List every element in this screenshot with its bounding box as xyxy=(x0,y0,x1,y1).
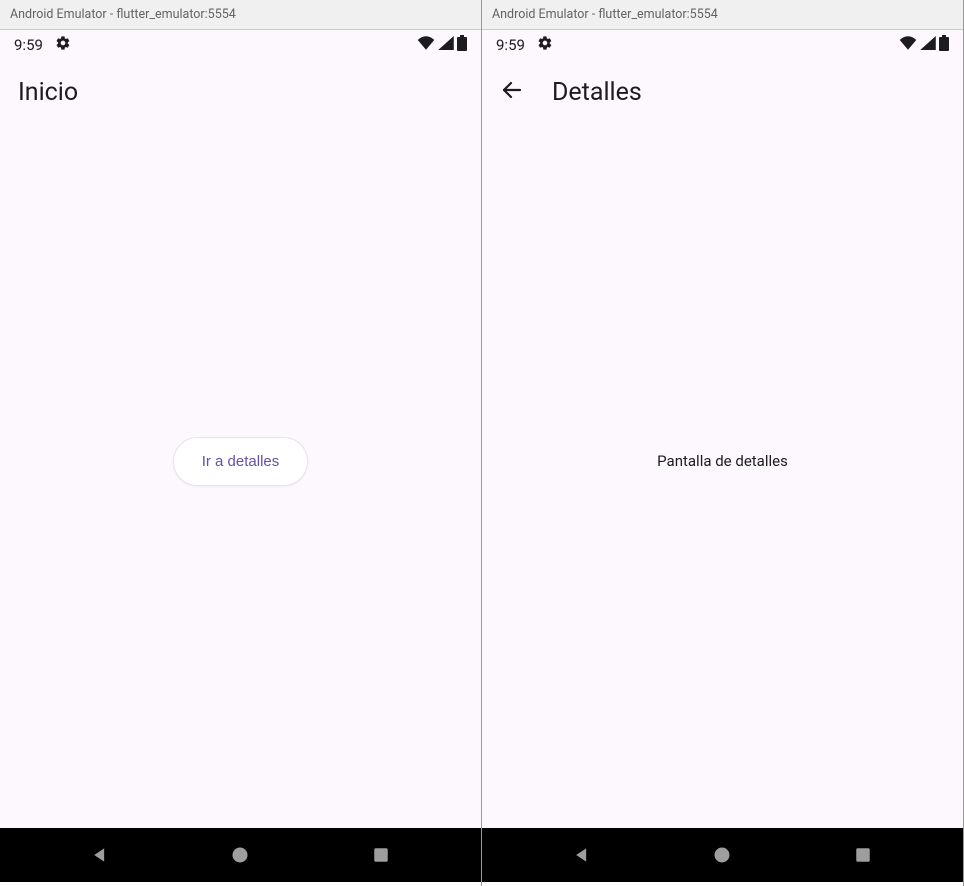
system-nav-bar xyxy=(482,828,963,882)
status-time: 9:59 xyxy=(14,36,43,54)
emulator-right: Android Emulator - flutter_emulator:5554… xyxy=(482,0,964,886)
nav-recent-button[interactable] xyxy=(361,835,401,875)
nav-home-button[interactable] xyxy=(220,835,260,875)
footer-gap xyxy=(0,882,481,886)
nav-home-button[interactable] xyxy=(702,835,742,875)
battery-icon xyxy=(457,35,467,55)
device-screen-right: 9:59 xyxy=(482,30,963,886)
system-nav-bar xyxy=(0,828,481,882)
window-title-bar: Android Emulator - flutter_emulator:5554 xyxy=(482,0,963,30)
gear-icon xyxy=(55,35,71,55)
wifi-icon xyxy=(899,36,917,54)
signal-icon xyxy=(438,36,454,54)
wifi-icon xyxy=(417,36,435,54)
details-body-text: Pantalla de detalles xyxy=(657,452,788,470)
window-title: Android Emulator - flutter_emulator:5554 xyxy=(492,7,718,22)
page-title: Detalles xyxy=(552,78,642,107)
battery-icon xyxy=(939,35,949,55)
screen-content: Ir a detalles xyxy=(0,124,481,828)
screen-content: Pantalla de detalles xyxy=(482,124,963,828)
signal-icon xyxy=(920,36,936,54)
page-title: Inicio xyxy=(18,78,78,107)
gear-icon xyxy=(537,35,553,55)
app-bar: Detalles xyxy=(482,60,963,124)
nav-back-button[interactable] xyxy=(562,835,602,875)
back-button[interactable] xyxy=(500,78,524,106)
arrow-left-icon xyxy=(500,78,524,106)
window-title-bar: Android Emulator - flutter_emulator:5554 xyxy=(0,0,481,30)
device-screen-left: 9:59 Inicio Ir a detalles xyxy=(0,30,481,886)
go-to-details-button[interactable]: Ir a detalles xyxy=(173,437,309,486)
nav-recent-button[interactable] xyxy=(843,835,883,875)
status-time: 9:59 xyxy=(496,36,525,54)
footer-gap xyxy=(482,882,963,886)
nav-back-button[interactable] xyxy=(80,835,120,875)
app-bar: Inicio xyxy=(0,60,481,124)
status-bar: 9:59 xyxy=(482,30,963,60)
emulator-left: Android Emulator - flutter_emulator:5554… xyxy=(0,0,482,886)
status-bar: 9:59 xyxy=(0,30,481,60)
window-title: Android Emulator - flutter_emulator:5554 xyxy=(10,7,236,22)
